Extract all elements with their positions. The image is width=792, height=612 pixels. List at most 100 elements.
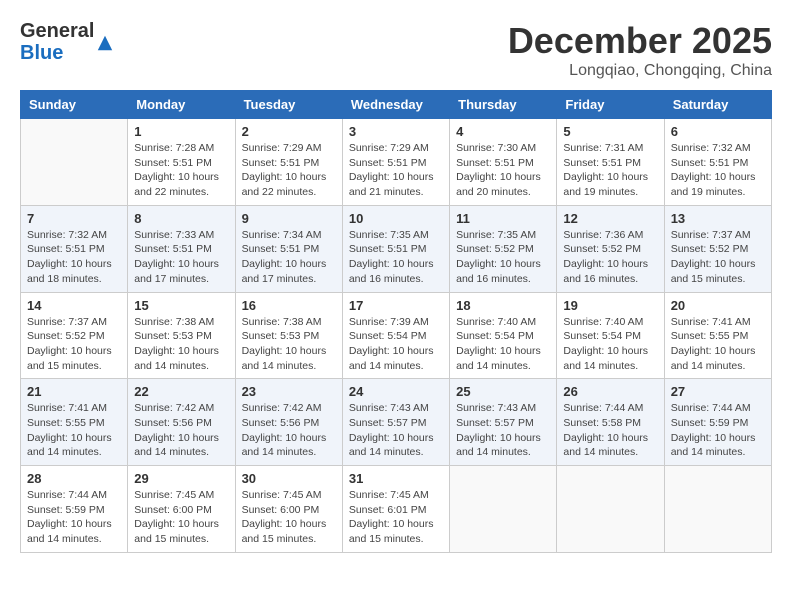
day-number: 26: [563, 384, 657, 399]
day-number: 21: [27, 384, 121, 399]
weekday-wednesday: Wednesday: [342, 91, 449, 119]
day-number: 2: [242, 124, 336, 139]
day-info: Sunrise: 7:38 AM Sunset: 5:53 PM Dayligh…: [242, 315, 336, 374]
day-number: 5: [563, 124, 657, 139]
day-info: Sunrise: 7:43 AM Sunset: 5:57 PM Dayligh…: [349, 401, 443, 460]
calendar-cell: 25Sunrise: 7:43 AM Sunset: 5:57 PM Dayli…: [450, 379, 557, 466]
day-number: 13: [671, 211, 765, 226]
weekday-header-row: SundayMondayTuesdayWednesdayThursdayFrid…: [21, 91, 772, 119]
day-info: Sunrise: 7:44 AM Sunset: 5:59 PM Dayligh…: [671, 401, 765, 460]
day-number: 18: [456, 298, 550, 313]
calendar-cell: 19 Sunrise: 7:40 AM Sunset: 5:54 PM Dayli…: [557, 292, 664, 379]
logo-blue: Blue: [20, 42, 94, 64]
day-number: 3: [349, 124, 443, 139]
day-number: 6: [671, 124, 765, 139]
day-info: Sunrise: 7:34 AM Sunset: 5:51 PM Dayligh…: [242, 228, 336, 287]
calendar-cell: 24 Sunrise: 7:43 AM Sunset: 5:57 PM Dayli…: [342, 379, 449, 466]
calendar-cell: 11 Sunrise: 7:35 AM Sunset: 5:52 PM Dayli…: [450, 205, 557, 292]
day-number: 12: [563, 211, 657, 226]
calendar-cell: 28Sunrise: 7:44 AM Sunset: 5:59 PM Dayli…: [21, 466, 128, 553]
day-number: 30: [242, 471, 336, 486]
day-number: 11: [456, 211, 550, 226]
calendar-cell: 29Sunrise: 7:45 AM Sunset: 6:00 PM Dayli…: [128, 466, 235, 553]
weekday-monday: Monday: [128, 91, 235, 119]
day-info: Sunrise: 7:29 AM Sunset: 5:51 PM Dayligh…: [349, 141, 443, 200]
calendar-cell: 9 Sunrise: 7:34 AM Sunset: 5:51 PM Daylig…: [235, 205, 342, 292]
day-number: 15: [134, 298, 228, 313]
day-info: Sunrise: 7:42 AM Sunset: 5:56 PM Dayligh…: [242, 401, 336, 460]
day-number: 29: [134, 471, 228, 486]
calendar-cell: 1 Sunrise: 7:28 AM Sunset: 5:51 PM Daylig…: [128, 119, 235, 206]
logo-general: General: [20, 20, 94, 42]
day-info: Sunrise: 7:41 AM Sunset: 5:55 PM Dayligh…: [27, 401, 121, 460]
calendar-cell: 26 Sunrise: 7:44 AM Sunset: 5:58 PM Dayli…: [557, 379, 664, 466]
page-header: General Blue December 2025 Longqiao, Cho…: [20, 20, 772, 80]
calendar-cell: 12 Sunrise: 7:36 AM Sunset: 5:52 PM Dayli…: [557, 205, 664, 292]
calendar-cell: 4Sunrise: 7:30 AM Sunset: 5:51 PM Daylig…: [450, 119, 557, 206]
day-info: Sunrise: 7:33 AM Sunset: 5:51 PM Dayligh…: [134, 228, 228, 287]
day-number: 10: [349, 211, 443, 226]
day-info: Sunrise: 7:40 AM Sunset: 5:54 PM Dayligh…: [456, 315, 550, 374]
day-number: 17: [349, 298, 443, 313]
calendar-cell: 5 Sunrise: 7:31 AM Sunset: 5:51 PM Daylig…: [557, 119, 664, 206]
logo: General Blue: [20, 20, 114, 64]
calendar-cell: 30Sunrise: 7:45 AM Sunset: 6:00 PM Dayli…: [235, 466, 342, 553]
calendar-week-row: 1 Sunrise: 7:28 AM Sunset: 5:51 PM Daylig…: [21, 119, 772, 206]
calendar-cell: 10Sunrise: 7:35 AM Sunset: 5:51 PM Dayli…: [342, 205, 449, 292]
day-number: 7: [27, 211, 121, 226]
day-info: Sunrise: 7:43 AM Sunset: 5:57 PM Dayligh…: [456, 401, 550, 460]
weekday-friday: Friday: [557, 91, 664, 119]
day-number: 16: [242, 298, 336, 313]
location: Longqiao, Chongqing, China: [508, 62, 772, 80]
day-number: 20: [671, 298, 765, 313]
day-info: Sunrise: 7:39 AM Sunset: 5:54 PM Dayligh…: [349, 315, 443, 374]
calendar-cell: 17 Sunrise: 7:39 AM Sunset: 5:54 PM Dayli…: [342, 292, 449, 379]
day-info: Sunrise: 7:29 AM Sunset: 5:51 PM Dayligh…: [242, 141, 336, 200]
day-info: Sunrise: 7:32 AM Sunset: 5:51 PM Dayligh…: [27, 228, 121, 287]
calendar-week-row: 28Sunrise: 7:44 AM Sunset: 5:59 PM Dayli…: [21, 466, 772, 553]
calendar-week-row: 14 Sunrise: 7:37 AM Sunset: 5:52 PM Dayli…: [21, 292, 772, 379]
day-info: Sunrise: 7:45 AM Sunset: 6:01 PM Dayligh…: [349, 488, 443, 547]
day-number: 24: [349, 384, 443, 399]
calendar-cell: 21 Sunrise: 7:41 AM Sunset: 5:55 PM Dayli…: [21, 379, 128, 466]
day-info: Sunrise: 7:38 AM Sunset: 5:53 PM Dayligh…: [134, 315, 228, 374]
calendar-table: SundayMondayTuesdayWednesdayThursdayFrid…: [20, 90, 772, 553]
day-number: 31: [349, 471, 443, 486]
day-number: 8: [134, 211, 228, 226]
day-number: 14: [27, 298, 121, 313]
calendar-cell: [450, 466, 557, 553]
day-info: Sunrise: 7:35 AM Sunset: 5:52 PM Dayligh…: [456, 228, 550, 287]
weekday-sunday: Sunday: [21, 91, 128, 119]
day-info: Sunrise: 7:44 AM Sunset: 5:58 PM Dayligh…: [563, 401, 657, 460]
day-info: Sunrise: 7:28 AM Sunset: 5:51 PM Dayligh…: [134, 141, 228, 200]
calendar-cell: [664, 466, 771, 553]
day-info: Sunrise: 7:32 AM Sunset: 5:51 PM Dayligh…: [671, 141, 765, 200]
day-info: Sunrise: 7:41 AM Sunset: 5:55 PM Dayligh…: [671, 315, 765, 374]
day-info: Sunrise: 7:37 AM Sunset: 5:52 PM Dayligh…: [671, 228, 765, 287]
calendar-cell: 13 Sunrise: 7:37 AM Sunset: 5:52 PM Dayli…: [664, 205, 771, 292]
day-number: 19: [563, 298, 657, 313]
day-info: Sunrise: 7:31 AM Sunset: 5:51 PM Dayligh…: [563, 141, 657, 200]
day-number: 9: [242, 211, 336, 226]
calendar-cell: 20 Sunrise: 7:41 AM Sunset: 5:55 PM Dayli…: [664, 292, 771, 379]
calendar-cell: 31 Sunrise: 7:45 AM Sunset: 6:01 PM Dayli…: [342, 466, 449, 553]
day-number: 27: [671, 384, 765, 399]
calendar-cell: [21, 119, 128, 206]
day-info: Sunrise: 7:40 AM Sunset: 5:54 PM Dayligh…: [563, 315, 657, 374]
calendar-cell: 14 Sunrise: 7:37 AM Sunset: 5:52 PM Dayli…: [21, 292, 128, 379]
month-title: December 2025: [508, 20, 772, 62]
calendar-cell: 3 Sunrise: 7:29 AM Sunset: 5:51 PM Daylig…: [342, 119, 449, 206]
day-number: 1: [134, 124, 228, 139]
day-info: Sunrise: 7:37 AM Sunset: 5:52 PM Dayligh…: [27, 315, 121, 374]
day-info: Sunrise: 7:36 AM Sunset: 5:52 PM Dayligh…: [563, 228, 657, 287]
calendar-cell: [557, 466, 664, 553]
day-info: Sunrise: 7:30 AM Sunset: 5:51 PM Dayligh…: [456, 141, 550, 200]
day-info: Sunrise: 7:42 AM Sunset: 5:56 PM Dayligh…: [134, 401, 228, 460]
weekday-thursday: Thursday: [450, 91, 557, 119]
day-number: 23: [242, 384, 336, 399]
calendar-cell: 15 Sunrise: 7:38 AM Sunset: 5:53 PM Dayli…: [128, 292, 235, 379]
title-block: December 2025 Longqiao, Chongqing, China: [508, 20, 772, 80]
day-number: 22: [134, 384, 228, 399]
calendar-cell: 22 Sunrise: 7:42 AM Sunset: 5:56 PM Dayli…: [128, 379, 235, 466]
weekday-tuesday: Tuesday: [235, 91, 342, 119]
